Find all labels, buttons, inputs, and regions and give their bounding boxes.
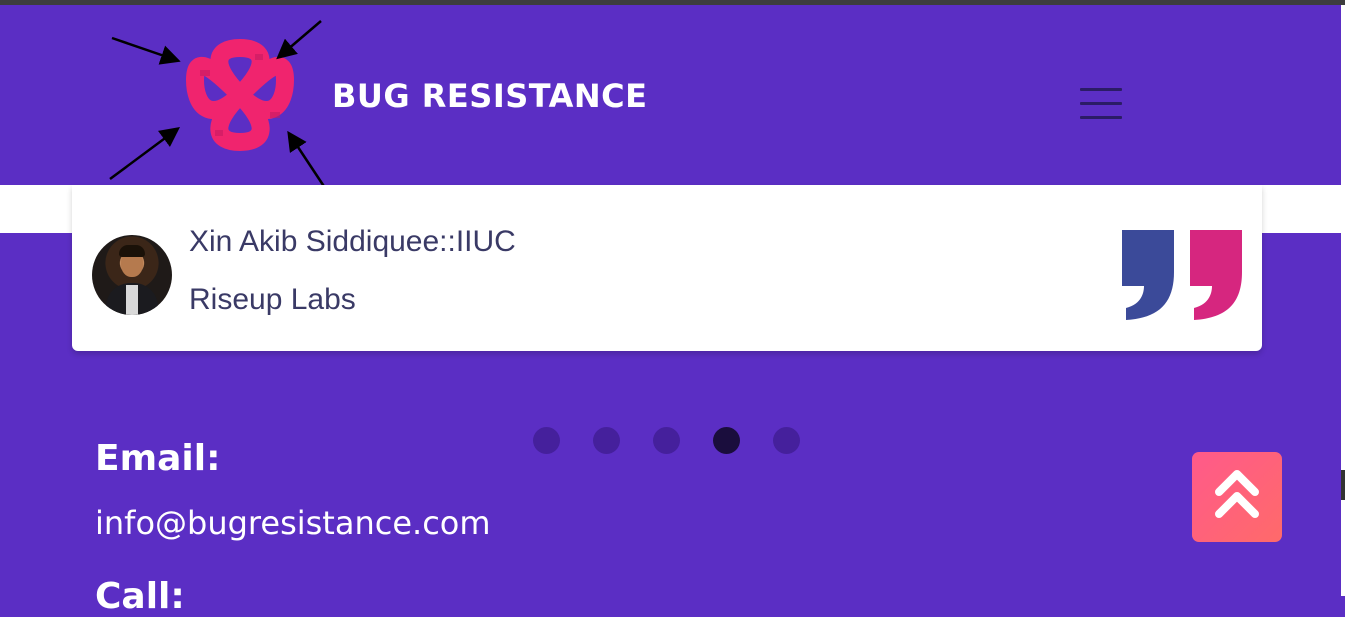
- menu-line: [1080, 88, 1122, 91]
- email-label: Email:: [95, 438, 221, 479]
- site-header: BUG RESISTANCE: [0, 5, 1341, 185]
- carousel-dot-2[interactable]: [593, 427, 620, 454]
- carousel-dot-5[interactable]: [773, 427, 800, 454]
- call-label: Call:: [95, 576, 185, 617]
- avatar: [92, 235, 172, 315]
- double-chevron-up-icon: [1215, 470, 1259, 518]
- carousel-dot-3[interactable]: [653, 427, 680, 454]
- testimonial-name: Xin Akib Siddiquee::IIUC: [189, 225, 516, 258]
- testimonial-card: Xin Akib Siddiquee::IIUC Riseup Labs: [72, 185, 1262, 351]
- avatar-shirt: [126, 285, 138, 315]
- carousel-dots: [533, 427, 833, 455]
- hamburger-menu-icon[interactable]: [1080, 88, 1122, 122]
- page-right-edge: [1341, 5, 1345, 596]
- closing-quote-icon: [1122, 230, 1242, 320]
- menu-line: [1080, 102, 1122, 105]
- email-link[interactable]: info@bugresistance.com: [95, 504, 491, 542]
- carousel-dot-4-active[interactable]: [713, 427, 740, 454]
- menu-line: [1080, 116, 1122, 119]
- scroll-to-top-button[interactable]: [1192, 452, 1282, 542]
- brand-title[interactable]: BUG RESISTANCE: [332, 77, 648, 115]
- scrollbar-mark[interactable]: [1341, 470, 1345, 500]
- clover-knot-logo-icon[interactable]: [160, 30, 320, 160]
- carousel-dot-1[interactable]: [533, 427, 560, 454]
- testimonial-company: Riseup Labs: [189, 283, 356, 316]
- avatar-hair: [119, 245, 145, 257]
